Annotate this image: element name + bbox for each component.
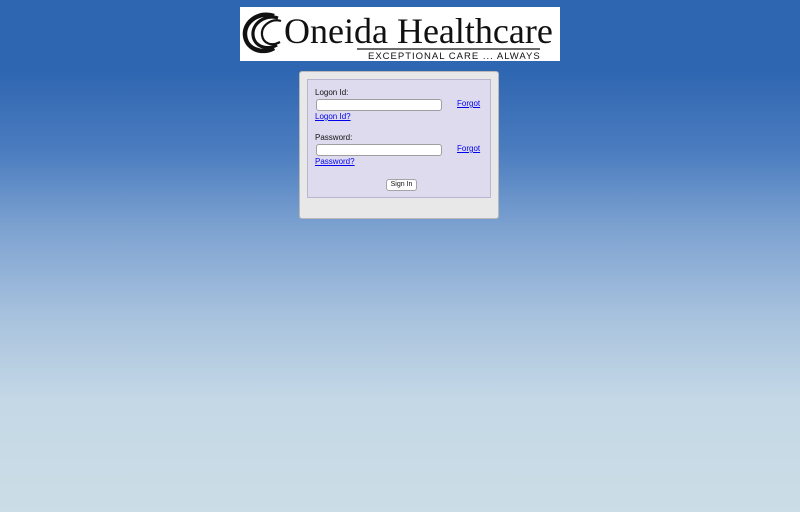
logo-swirl-mark [242,12,282,54]
password-label: Password: [315,133,353,142]
logon-id-label: Logon Id: [315,88,349,97]
login-form: Logon Id: Forgot Logon Id? Password: For… [307,79,491,198]
logo-brand-text: Oneida Healthcare [284,11,553,51]
forgot-password-link[interactable]: Forgot [457,144,480,153]
login-panel: Logon Id: Forgot Logon Id? Password: For… [299,71,499,219]
logo-graphic: Oneida Healthcare EXCEPTIONAL CARE ... A… [242,11,553,61]
forgot-logon-link-continued[interactable]: Logon Id? [315,112,351,121]
logon-id-input[interactable] [316,99,442,111]
sign-in-button[interactable]: Sign In [386,179,417,191]
forgot-password-link-continued[interactable]: Password? [315,157,355,166]
logo-tagline: EXCEPTIONAL CARE ... ALWAYS [368,51,541,61]
password-input[interactable] [316,144,442,156]
oneida-healthcare-logo: Oneida Healthcare EXCEPTIONAL CARE ... A… [240,7,560,61]
forgot-logon-link[interactable]: Forgot [457,99,480,108]
